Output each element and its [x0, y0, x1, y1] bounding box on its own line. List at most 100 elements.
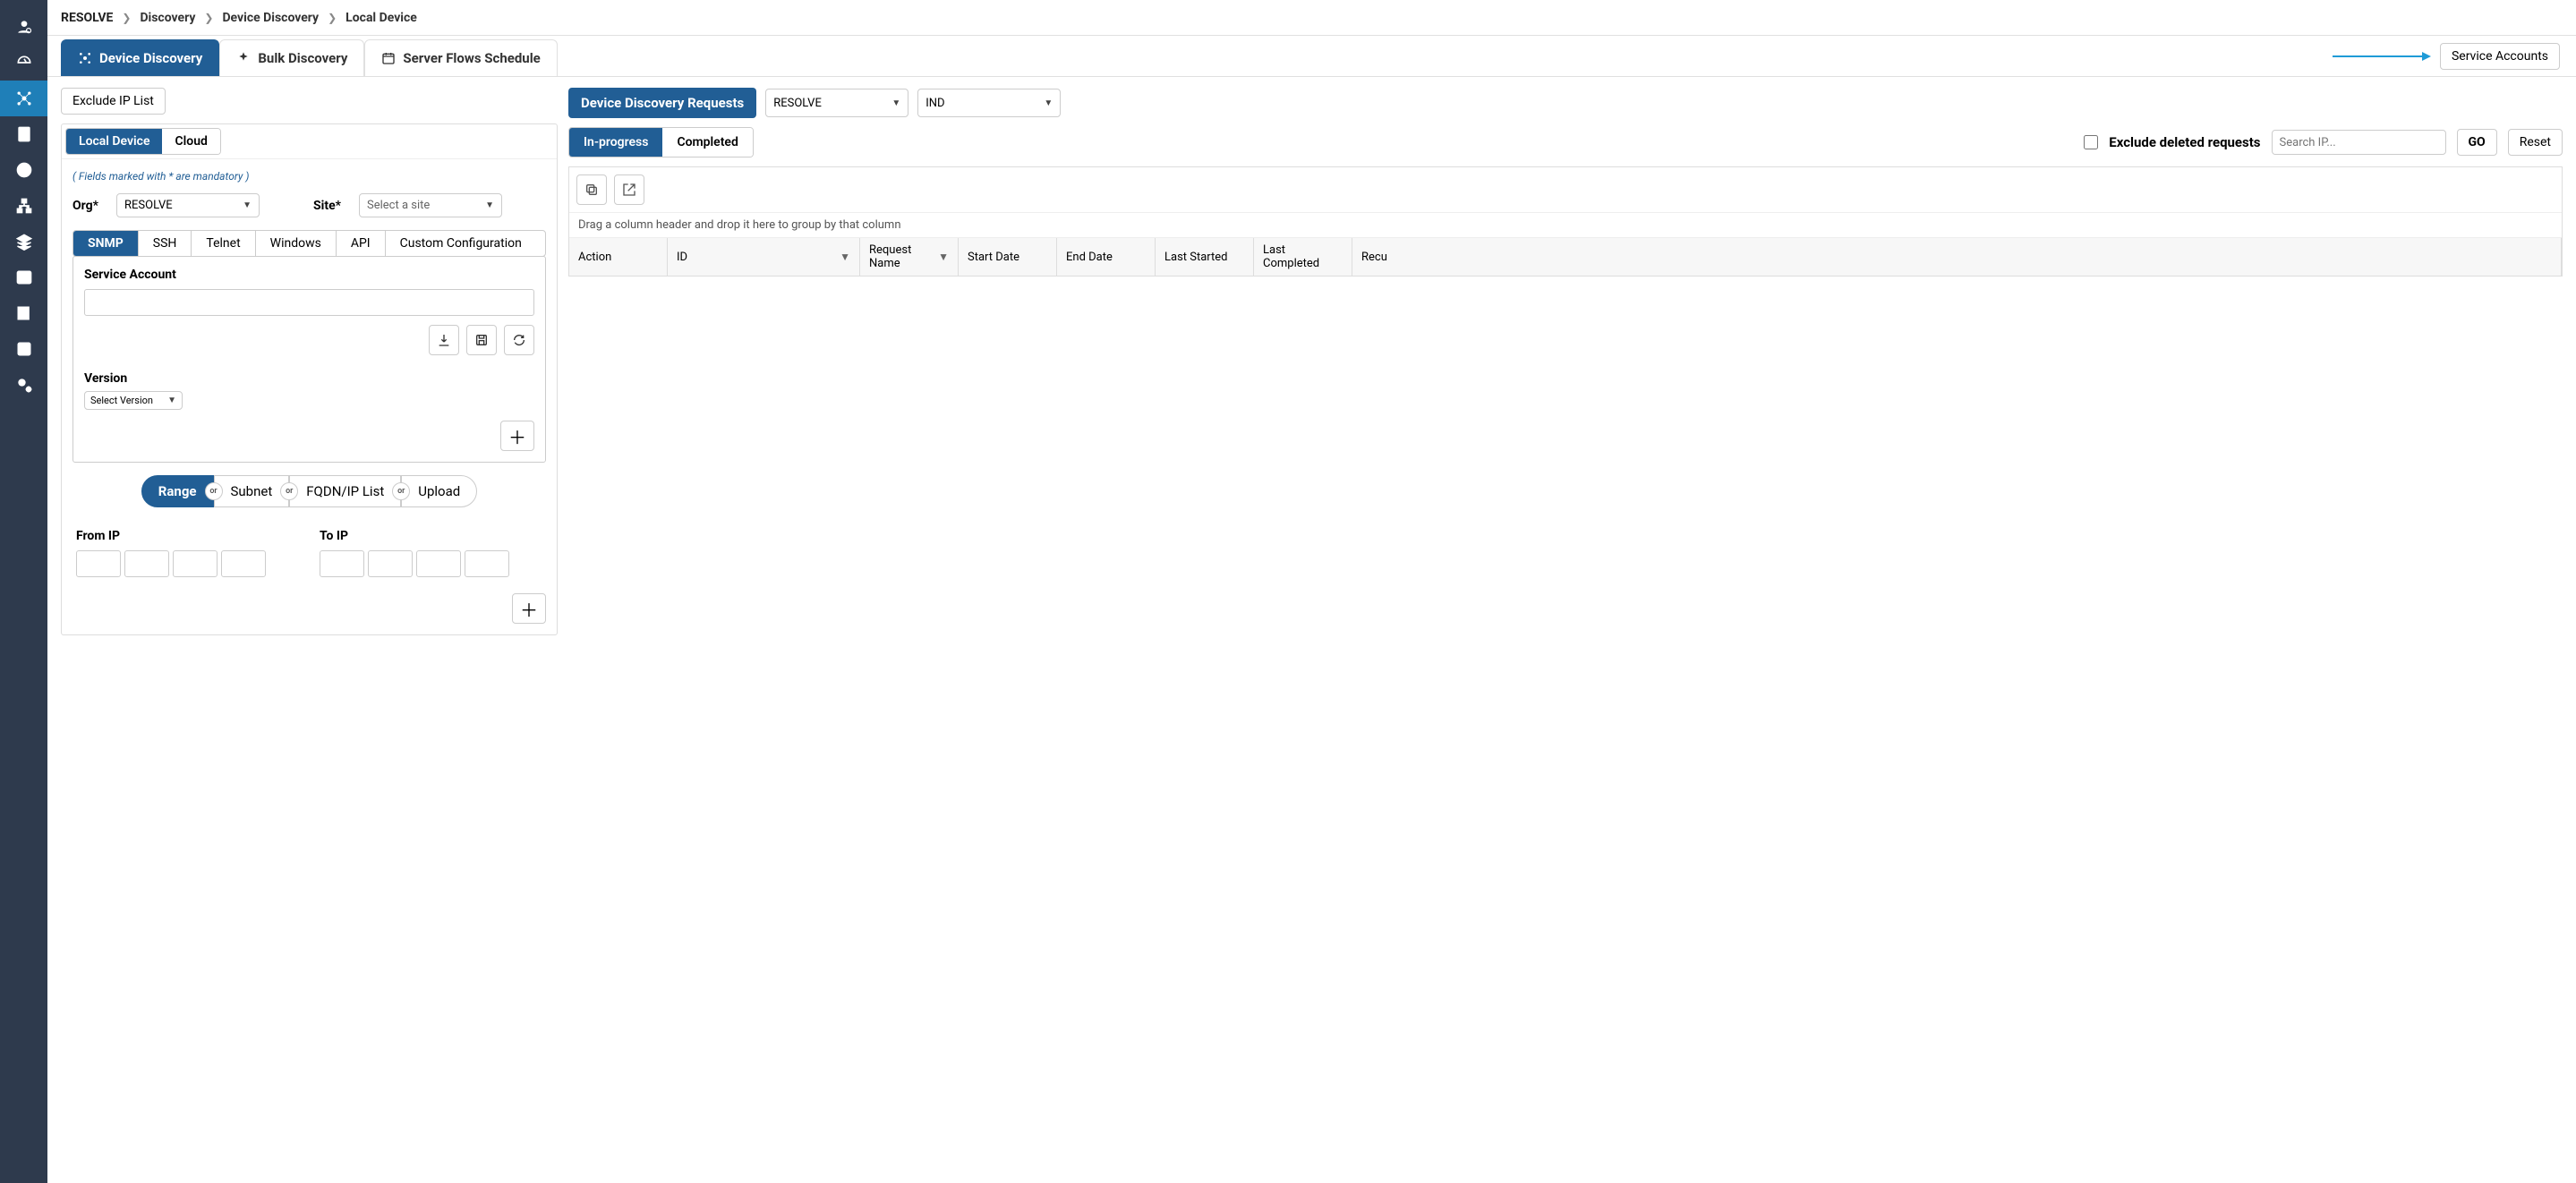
exclude-ip-list-button[interactable]: Exclude IP List [61, 88, 166, 115]
version-select[interactable]: Select Version▼ [84, 391, 183, 410]
grid-header-row: Action ID▼ Request Name▼ Start Date End … [569, 238, 2562, 276]
col-label: ID [677, 251, 687, 264]
tab-label: Device Discovery [99, 50, 202, 66]
btn-label: GO [2469, 135, 2486, 149]
tab-bulk-discovery[interactable]: Bulk Discovery [219, 39, 364, 76]
col-label: Action [578, 251, 611, 264]
select-value: RESOLVE [124, 199, 173, 212]
left-config-panel: Exclude IP List Local Device Cloud ( Fie… [61, 88, 558, 635]
seg-cloud[interactable]: Cloud [162, 129, 219, 154]
proto-snmp[interactable]: SNMP [73, 231, 139, 256]
grid-group-drop[interactable]: Drag a column header and drop it here to… [569, 212, 2562, 238]
col-end-date[interactable]: End Date [1057, 238, 1156, 276]
select-value: RESOLVE [773, 97, 822, 110]
service-account-label: Service Account [84, 268, 534, 282]
select-value: IND [925, 97, 944, 110]
rail-docs[interactable] [0, 116, 47, 152]
exclude-deleted-label: Exclude deleted requests [2109, 134, 2260, 150]
crumb-local-device[interactable]: Local Device [345, 11, 417, 25]
requests-grid: Drag a column header and drop it here to… [568, 166, 2563, 277]
crumb-discovery[interactable]: Discovery [140, 11, 195, 25]
pill-range[interactable]: Range [141, 475, 214, 507]
btn-label: Reset [2520, 135, 2551, 149]
refresh-button[interactable] [504, 325, 534, 355]
copy-icon [584, 183, 599, 197]
requests-org-select[interactable]: RESOLVE▼ [765, 89, 908, 117]
proto-ssh[interactable]: SSH [139, 231, 192, 256]
from-ip-oct1[interactable] [76, 550, 121, 577]
to-ip-oct3[interactable] [416, 550, 461, 577]
select-placeholder: Select Version [90, 395, 153, 406]
proto-telnet[interactable]: Telnet [192, 231, 255, 256]
chevron-down-icon: ▼ [1044, 98, 1053, 108]
tab-device-discovery[interactable]: Device Discovery [61, 39, 219, 76]
rail-admin[interactable] [0, 9, 47, 45]
from-ip-label: From IP [76, 529, 266, 543]
filter-icon[interactable]: ▼ [938, 251, 949, 263]
reset-button[interactable]: Reset [2508, 129, 2563, 156]
from-ip-oct4[interactable] [221, 550, 266, 577]
service-account-input[interactable] [84, 289, 534, 316]
col-last-started[interactable]: Last Started [1156, 238, 1254, 276]
device-type-segmented: Local Device Cloud [65, 128, 221, 155]
rail-history[interactable] [0, 152, 47, 188]
chevron-down-icon: ▼ [243, 200, 252, 210]
main-area: RESOLVE ❯ Discovery ❯ Device Discovery ❯… [47, 0, 2576, 1183]
rail-book[interactable] [0, 331, 47, 367]
col-recurring[interactable]: Recu [1352, 238, 2562, 276]
org-select[interactable]: RESOLVE ▼ [116, 193, 260, 217]
col-action[interactable]: Action [569, 238, 668, 276]
crumb-device-discovery[interactable]: Device Discovery [222, 11, 319, 25]
col-request-name[interactable]: Request Name▼ [860, 238, 959, 276]
col-id[interactable]: ID ▼ [668, 238, 860, 276]
rail-terminal[interactable] [0, 260, 47, 295]
export-button[interactable] [614, 174, 644, 205]
pill-subnet[interactable]: Subnet [214, 475, 290, 507]
filter-icon[interactable]: ▼ [840, 251, 850, 263]
service-accounts-button[interactable]: Service Accounts [2440, 43, 2560, 70]
copy-button[interactable] [576, 174, 607, 205]
rail-network[interactable] [0, 188, 47, 224]
col-last-completed[interactable]: Last Completed [1254, 238, 1352, 276]
exclude-deleted-checkbox[interactable] [2084, 135, 2098, 149]
rail-discovery[interactable] [0, 81, 47, 116]
add-version-button[interactable]: ＋ [500, 421, 534, 451]
pill-fqdn[interactable]: FQDN/IP List [289, 475, 401, 507]
col-label: Request Name [869, 243, 938, 270]
download-button[interactable] [429, 325, 459, 355]
rail-layers[interactable] [0, 224, 47, 260]
chevron-icon: ❯ [204, 12, 213, 24]
rail-dashboard[interactable] [0, 45, 47, 81]
proto-api[interactable]: API [337, 231, 386, 256]
to-ip-group: To IP [320, 529, 509, 577]
local-device-card: Local Device Cloud ( Fields marked with … [61, 123, 558, 635]
seg-local-device[interactable]: Local Device [66, 129, 162, 154]
add-ip-range-button[interactable]: ＋ [512, 593, 546, 624]
from-ip-oct2[interactable] [124, 550, 169, 577]
to-ip-oct2[interactable] [368, 550, 413, 577]
proto-custom[interactable]: Custom Configuration [386, 231, 536, 256]
col-label: Recu [1361, 251, 1387, 264]
site-select[interactable]: Select a site▼ [359, 193, 502, 217]
pill-upload[interactable]: Upload [401, 475, 477, 507]
requests-region-select[interactable]: IND ▼ [917, 89, 1061, 117]
col-label: Last Started [1164, 251, 1228, 264]
download-icon [437, 333, 451, 347]
search-ip-input[interactable] [2272, 130, 2446, 155]
or-chip: or [205, 482, 223, 500]
go-button[interactable]: GO [2457, 129, 2497, 156]
seg-completed[interactable]: Completed [662, 128, 752, 157]
rail-reports[interactable] [0, 295, 47, 331]
rail-settings[interactable] [0, 367, 47, 403]
from-ip-oct3[interactable] [173, 550, 218, 577]
btn-label: Exclude IP List [73, 94, 154, 108]
export-icon [622, 183, 636, 197]
tab-server-flows[interactable]: Server Flows Schedule [364, 39, 557, 76]
proto-windows[interactable]: Windows [256, 231, 337, 256]
save-icon [474, 333, 489, 347]
col-start-date[interactable]: Start Date [959, 238, 1057, 276]
to-ip-oct1[interactable] [320, 550, 364, 577]
seg-inprogress[interactable]: In-progress [569, 128, 662, 157]
save-button[interactable] [466, 325, 497, 355]
to-ip-oct4[interactable] [465, 550, 509, 577]
